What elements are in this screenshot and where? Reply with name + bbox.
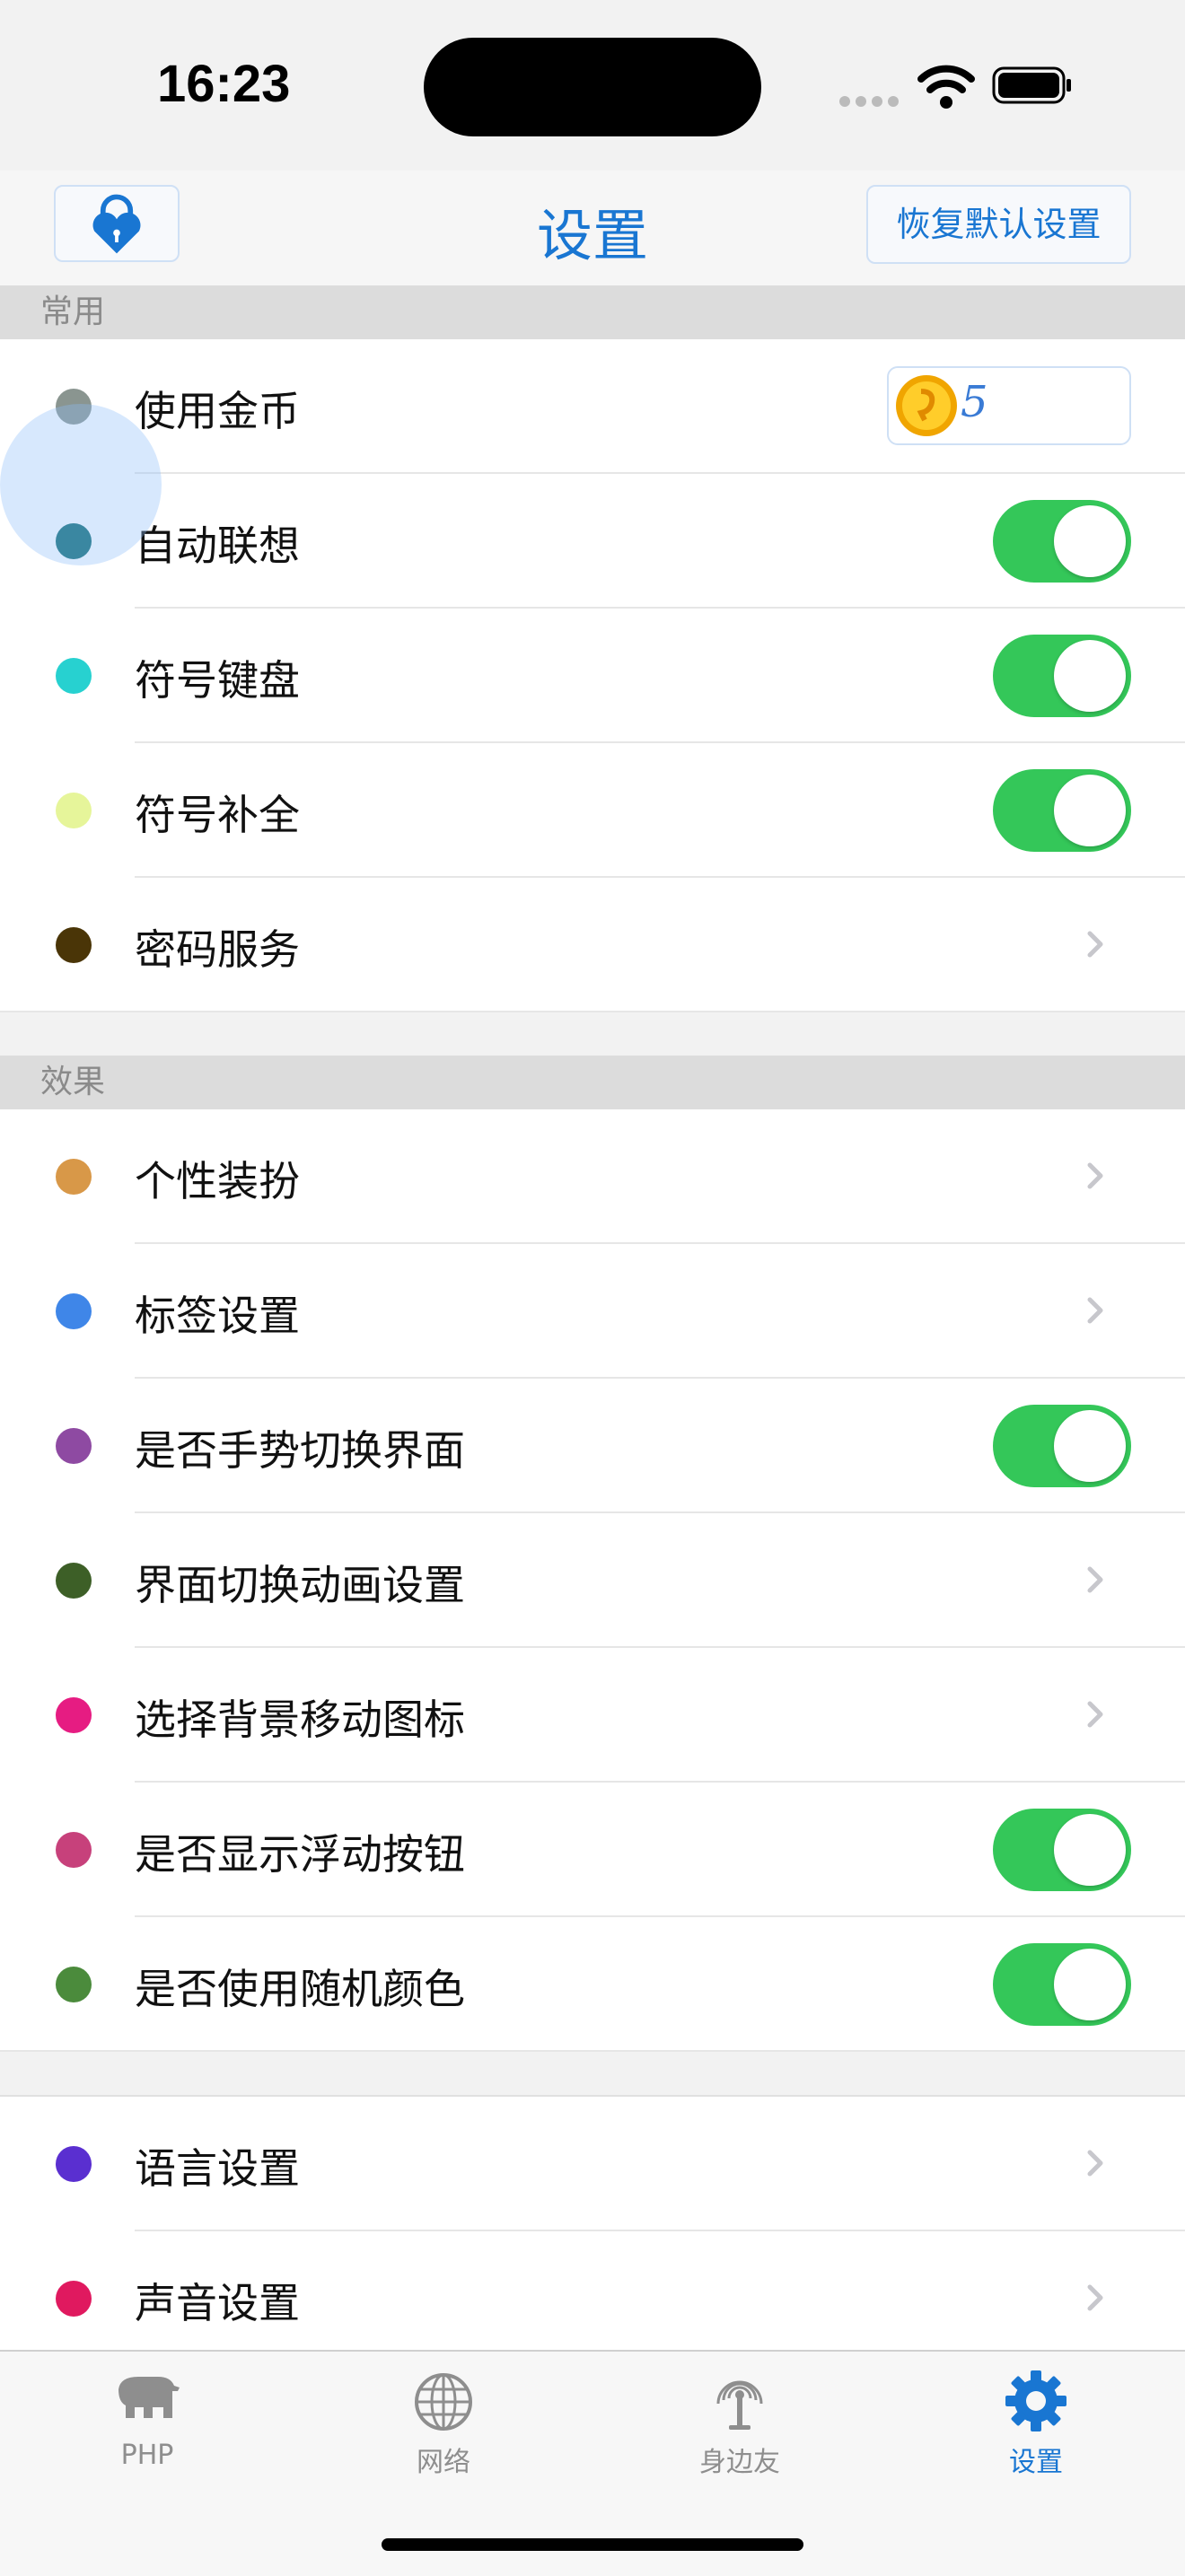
chevron-right-icon: [1087, 1162, 1103, 1189]
settings-list-effects: 个性装扮 标签设置 是否手势切换界面 界面切换动画设置 选择背景移动图标 是否显…: [0, 1109, 1185, 2052]
dynamic-island: [424, 38, 761, 136]
row-background-icon[interactable]: 选择背景移动图标: [0, 1648, 1185, 1783]
wifi-icon: [917, 65, 975, 109]
row-transition-animation[interactable]: 界面切换动画设置: [0, 1513, 1185, 1648]
row-label: 声音设置: [135, 2279, 300, 2327]
tab-label: 设置: [1009, 2447, 1063, 2478]
row-label: 符号键盘: [135, 656, 300, 705]
row-gesture-switch[interactable]: 是否手势切换界面: [0, 1379, 1185, 1513]
color-dot: [56, 1967, 92, 2002]
row-label: 符号补全: [135, 791, 300, 839]
globe-icon: [415, 2373, 472, 2431]
color-dot: [56, 1832, 92, 1868]
row-password-service[interactable]: 密码服务: [0, 878, 1185, 1012]
tab-label: 网络: [417, 2447, 470, 2478]
gear-icon: [1005, 2370, 1066, 2431]
tab-network[interactable]: 网络: [354, 2370, 533, 2479]
chevron-right-icon: [1087, 1297, 1103, 1324]
gesture-switch-toggle[interactable]: [993, 1405, 1131, 1487]
section-header-common: 常用: [0, 285, 1185, 339]
elephant-icon: [118, 2377, 180, 2418]
coin-icon: [896, 375, 957, 436]
section-header-effects: 效果: [0, 1056, 1185, 1109]
antenna-icon: [716, 2380, 763, 2430]
row-personal-theme[interactable]: 个性装扮: [0, 1109, 1185, 1244]
cellular-signal-icon: [839, 93, 904, 110]
restore-defaults-button[interactable]: 恢复默认设置: [866, 185, 1131, 264]
tab-nearby[interactable]: 身边友: [650, 2370, 830, 2479]
color-dot: [56, 793, 92, 828]
row-tag-settings[interactable]: 标签设置: [0, 1244, 1185, 1379]
chevron-right-icon: [1087, 931, 1103, 958]
navigation-bar: 设置 恢复默认设置: [0, 171, 1185, 287]
status-time: 16:23: [157, 55, 291, 113]
status-bar: 16:23: [0, 0, 1185, 171]
row-label: 选择背景移动图标: [135, 1695, 465, 1744]
touch-indicator: [0, 404, 162, 565]
battery-icon: [992, 66, 1071, 104]
color-dot: [56, 927, 92, 963]
row-label: 语言设置: [135, 2144, 300, 2193]
row-symbol-keyboard[interactable]: 符号键盘: [0, 609, 1185, 743]
row-label: 使用金币: [135, 387, 300, 435]
color-dot: [56, 1293, 92, 1329]
color-dot: [56, 658, 92, 694]
color-dot: [56, 1159, 92, 1195]
color-dot: [56, 2146, 92, 2182]
settings-list-common: 使用金币 5 自动联想 符号键盘 符号补全 密码服务: [0, 339, 1185, 1012]
row-use-coins[interactable]: 使用金币 5: [0, 339, 1185, 474]
symbol-completion-toggle[interactable]: [993, 769, 1131, 852]
row-random-color[interactable]: 是否使用随机颜色: [0, 1917, 1185, 2052]
row-label: 是否使用随机颜色: [135, 1965, 465, 2013]
row-label: 自动联想: [135, 521, 300, 570]
chevron-right-icon: [1087, 1566, 1103, 1593]
tab-label: PHP: [120, 2440, 174, 2471]
floating-button-toggle[interactable]: [993, 1809, 1131, 1891]
row-symbol-completion[interactable]: 符号补全: [0, 743, 1185, 878]
chevron-right-icon: [1087, 2284, 1103, 2311]
color-dot: [56, 1428, 92, 1464]
settings-list-other: 语言设置 声音设置: [0, 2095, 1185, 2366]
row-language[interactable]: 语言设置: [0, 2097, 1185, 2231]
tab-php[interactable]: PHP: [57, 2370, 237, 2471]
coin-value: 5: [961, 377, 988, 427]
row-label: 界面切换动画设置: [135, 1561, 465, 1609]
symbol-keyboard-toggle[interactable]: [993, 635, 1131, 717]
row-label: 个性装扮: [135, 1157, 300, 1205]
chevron-right-icon: [1087, 2150, 1103, 2177]
random-color-toggle[interactable]: [993, 1943, 1131, 2026]
color-dot: [56, 2281, 92, 2317]
row-floating-button[interactable]: 是否显示浮动按钮: [0, 1783, 1185, 1917]
row-label: 是否显示浮动按钮: [135, 1830, 465, 1879]
color-dot: [56, 1563, 92, 1599]
row-label: 标签设置: [135, 1292, 300, 1340]
tab-label: 身边友: [699, 2447, 780, 2478]
row-auto-suggest[interactable]: 自动联想: [0, 474, 1185, 609]
color-dot: [56, 1697, 92, 1733]
row-label: 密码服务: [135, 925, 300, 974]
tab-settings[interactable]: 设置: [946, 2370, 1126, 2479]
chevron-right-icon: [1087, 1701, 1103, 1728]
home-indicator: [382, 2538, 803, 2551]
coin-field[interactable]: 5: [887, 366, 1131, 445]
row-sound[interactable]: 声音设置: [0, 2231, 1185, 2366]
auto-suggest-toggle[interactable]: [993, 500, 1131, 583]
row-label: 是否手势切换界面: [135, 1426, 465, 1475]
